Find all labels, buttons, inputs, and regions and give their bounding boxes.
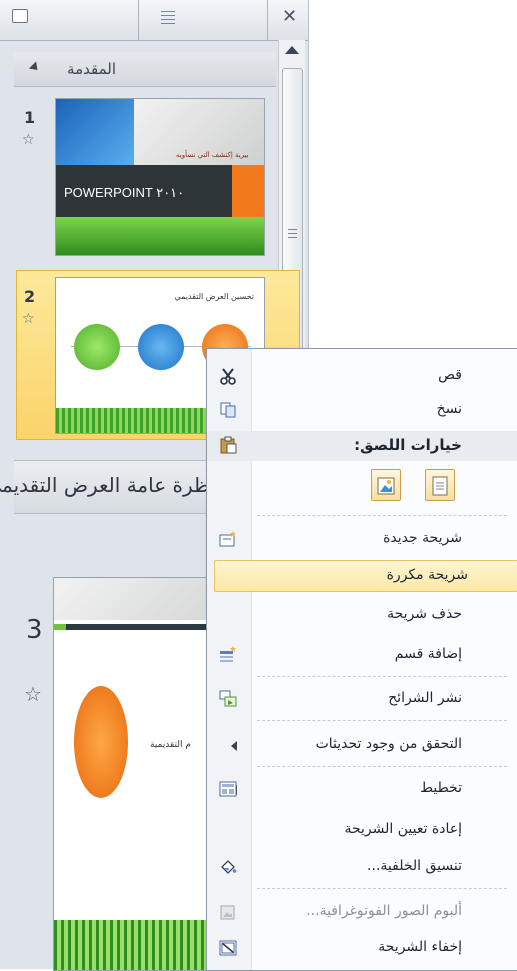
slide-thumbnail-1[interactable]: بيرية إكتشف التي نسأويه POWERPOINT ٢٠١٠ (55, 98, 265, 256)
menu-item-photo-album[interactable]: ألبوم الصور الفوتوغرافية... (207, 897, 517, 927)
menu-item-cut[interactable]: قص (207, 361, 517, 391)
close-pane-icon[interactable]: ✕ (282, 8, 297, 26)
scissors-icon (220, 368, 236, 385)
scroll-up-icon[interactable] (285, 46, 299, 54)
decor-circle-blue (138, 324, 184, 370)
transition-star-icon: ☆ (22, 311, 35, 327)
slides-tab-icon[interactable] (12, 9, 28, 23)
decor-grass (56, 217, 264, 255)
menu-label: نشر الشرائح (388, 690, 462, 706)
outline-icon-line (161, 11, 175, 12)
copy-icon (220, 402, 236, 418)
hide-slide-icon (219, 940, 237, 956)
menu-label: قص (438, 367, 462, 383)
menu-label: شريحة جديدة (383, 530, 462, 546)
publish-slides-icon (219, 690, 237, 707)
section-header-intro[interactable]: المقدمة (14, 52, 276, 87)
decor-orange-block (232, 165, 264, 217)
slide-number: 3 (26, 615, 43, 645)
menu-separator (257, 515, 507, 516)
menu-item-check-updates[interactable]: التحقق من وجود تحديثات (207, 730, 517, 760)
menu-label: تخطيط (420, 780, 462, 796)
context-menu: قص نسخ خيارات اللصق: شريحة جديدة شريحة م… (206, 348, 517, 971)
paste-document-icon (432, 476, 448, 496)
section-title: نظرة عامة العرض التقديمي (0, 473, 216, 497)
menu-label: شريحة مكررة (386, 567, 468, 583)
outline-icon-line (161, 15, 175, 16)
menu-item-format-background[interactable]: تنسيق الخلفية... (207, 852, 517, 882)
paste-picture-button[interactable] (371, 469, 401, 501)
menu-item-copy[interactable]: نسخ (207, 395, 517, 425)
paste-options-header: خيارات اللصق: (207, 431, 517, 461)
grip-line (288, 237, 297, 238)
menu-label: إعادة تعيين الشريحة (344, 821, 462, 837)
slide-subtitle: بيرية إكتشف التي نسأويه (176, 151, 249, 159)
menu-item-delete-slide[interactable]: حذف شريحة (207, 600, 517, 630)
menu-label: إضافة قسم (394, 646, 462, 662)
clipboard-icon (220, 436, 237, 454)
menu-separator (257, 720, 507, 721)
paste-picture-icon (377, 477, 395, 495)
new-slide-icon (219, 531, 236, 547)
menu-label: إخفاء الشريحة (378, 939, 462, 955)
decor-orange-shape (74, 686, 128, 798)
menu-item-publish-slides[interactable]: نشر الشرائح (207, 684, 517, 714)
menu-label: تنسيق الخلفية... (367, 858, 462, 874)
slide-title: POWERPOINT ٢٠١٠ (64, 185, 185, 200)
decor-green-accent (54, 624, 66, 630)
menu-item-hide-slide[interactable]: إخفاء الشريحة (207, 933, 517, 963)
transition-star-icon: ☆ (22, 132, 35, 148)
menu-label: نسخ (436, 401, 462, 417)
paint-bucket-icon (221, 860, 237, 874)
pane-tabs: ✕ (0, 0, 308, 41)
decor-blue-block (56, 99, 134, 165)
menu-item-new-slide[interactable]: شريحة جديدة (207, 524, 517, 554)
outline-icon-line (161, 23, 175, 24)
layout-icon (219, 781, 237, 797)
paste-keep-formatting-button[interactable] (425, 469, 455, 501)
menu-item-layout[interactable]: تخطيط (207, 774, 517, 804)
grip-line (288, 233, 297, 234)
menu-label: ألبوم الصور الفوتوغرافية... (306, 903, 462, 919)
menu-label: حذف شريحة (387, 606, 462, 622)
decor-circle-green (74, 324, 120, 370)
transition-star-icon: ☆ (24, 682, 42, 706)
menu-item-reset-slide[interactable]: إعادة تعيين الشريحة (207, 815, 517, 845)
menu-label: التحقق من وجود تحديثات (315, 736, 462, 752)
section-title: المقدمة (67, 60, 116, 78)
slide-label: م التقديمية (150, 740, 191, 750)
menu-item-duplicate-slide[interactable]: شريحة مكررة (214, 560, 517, 592)
menu-item-add-section[interactable]: إضافة قسم (207, 640, 517, 670)
add-section-icon (220, 646, 236, 662)
menu-separator (257, 888, 507, 889)
submenu-arrow-icon (231, 741, 237, 751)
outline-icon-line (161, 19, 175, 20)
menu-label: خيارات اللصق: (354, 436, 462, 454)
slide-title: تحسين العرض التقديمي (174, 292, 254, 301)
menu-separator (257, 676, 507, 677)
photo-album-icon (220, 905, 235, 920)
menu-separator (257, 766, 507, 767)
slide-number: 2 (24, 287, 36, 306)
collapse-triangle-icon[interactable] (28, 61, 42, 74)
grip-line (288, 229, 297, 230)
outline-tab[interactable] (138, 0, 268, 40)
slide-number: 1 (24, 108, 36, 127)
